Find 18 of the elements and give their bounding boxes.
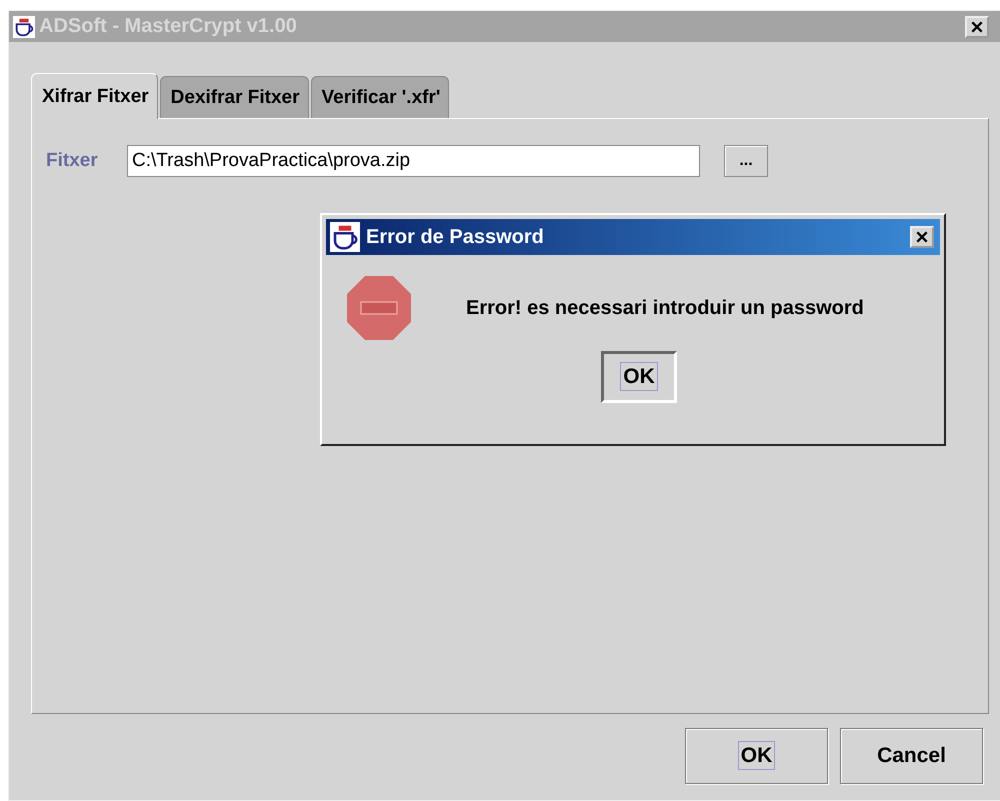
tab[interactable]: Verificar '.xfr': [310, 76, 450, 118]
cup-icon: [13, 16, 35, 38]
tab[interactable]: Dexifrar Fitxer: [160, 76, 308, 118]
browse-button[interactable]: ...: [724, 145, 768, 177]
dialog-button[interactable]: OK: [685, 728, 828, 784]
close-icon: [915, 230, 929, 244]
close-icon: [970, 20, 984, 34]
ok-button[interactable]: OK: [601, 351, 677, 403]
error-message: Error! es necessari introduir un password: [466, 296, 864, 320]
close-button[interactable]: [910, 226, 934, 248]
close-button[interactable]: [965, 16, 989, 38]
dialog-button[interactable]: Cancel: [840, 728, 983, 784]
file-path-field[interactable]: C:\Trash\ProvaPractica\prova.zip: [127, 145, 700, 177]
cup-icon: [330, 222, 360, 252]
stop-sign-icon: [346, 275, 412, 341]
dialog-title: Error de Password: [366, 226, 545, 248]
tab[interactable]: Xifrar Fitxer: [31, 73, 158, 119]
field-label: Fitxer: [46, 150, 99, 172]
